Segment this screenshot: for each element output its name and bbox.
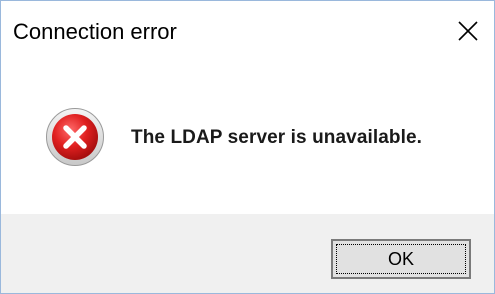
close-icon [458, 21, 478, 41]
dialog-content: The LDAP server is unavailable. [1, 64, 494, 214]
ok-button-label: OK [387, 248, 414, 269]
window-title: Connection error [13, 19, 177, 44]
close-button[interactable] [448, 11, 488, 51]
error-icon [46, 108, 104, 166]
error-message: The LDAP server is unavailable. [131, 127, 423, 148]
connection-error-dialog: Connection error The LDAP server is unav… [0, 0, 495, 294]
title-bar: Connection error [1, 1, 494, 64]
ok-button[interactable]: OK [331, 239, 471, 279]
button-bar: OK [1, 214, 494, 293]
